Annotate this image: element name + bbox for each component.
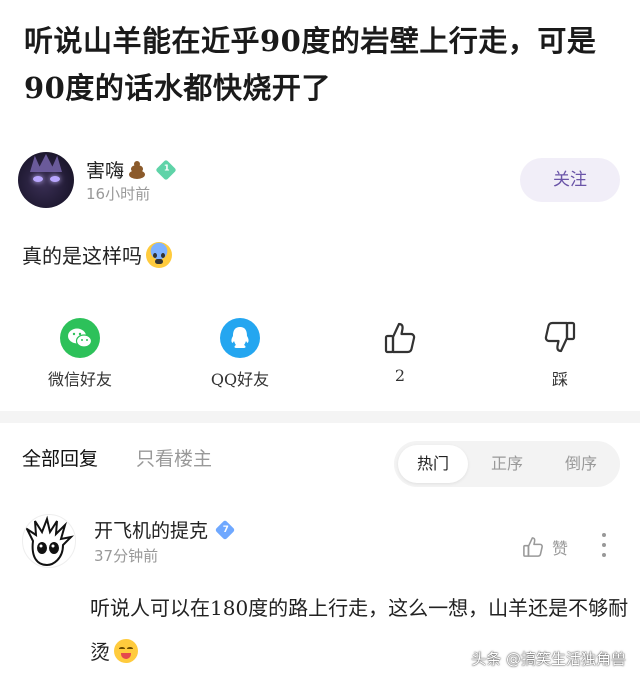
sort-ascending[interactable]: 正序 xyxy=(472,445,542,483)
comment-time: 37分钟前 xyxy=(94,547,159,565)
poop-emoji-icon xyxy=(126,160,148,180)
qq-icon xyxy=(220,318,260,358)
like-count: 2 xyxy=(394,366,406,385)
follow-button[interactable]: 关注 xyxy=(520,158,620,202)
level-badge-icon: 1 xyxy=(155,158,177,181)
fearful-face-emoji-icon xyxy=(146,241,172,268)
author-level: 1 xyxy=(163,162,170,173)
avatar-eye xyxy=(50,176,60,182)
post-body-text: 真的是这样吗 xyxy=(22,244,142,268)
author-avatar[interactable] xyxy=(18,152,74,208)
section-divider xyxy=(0,411,640,423)
share-qq-label: QQ好友 xyxy=(210,370,270,389)
tab-owner-only[interactable]: 只看楼主 xyxy=(136,444,212,471)
avatar-eye xyxy=(33,176,43,182)
comment-like-label: 赞 xyxy=(552,539,569,558)
like-button[interactable]: 2 xyxy=(340,318,460,385)
post-author: 害嗨 1 16小时前 关注 xyxy=(18,152,622,212)
share-bar: 微信好友 QQ好友 2 踩 xyxy=(0,318,640,398)
commenter-name[interactable]: 开飞机的提克 xyxy=(94,516,208,543)
post-body: 真的是这样吗 xyxy=(22,240,172,269)
author-name[interactable]: 害嗨 xyxy=(86,156,124,183)
thumbs-up-icon xyxy=(380,318,420,358)
sort-switch: 热门 正序 倒序 xyxy=(394,441,620,487)
sort-hot[interactable]: 热门 xyxy=(398,445,468,483)
commenter-name-row: 开飞机的提克 7 xyxy=(94,516,236,543)
share-wechat-label: 微信好友 xyxy=(47,370,112,389)
level-badge-icon: 7 xyxy=(214,519,236,540)
yum-face-emoji-icon xyxy=(114,639,138,663)
thumbs-up-icon xyxy=(523,537,543,557)
commenter-level: 7 xyxy=(222,523,229,534)
comment-like-button[interactable]: 赞 xyxy=(520,534,568,560)
thumbs-down-icon xyxy=(540,318,580,358)
reply-tabs: 全部回复 只看楼主 xyxy=(22,444,212,471)
watermark: 头条 @搞笑生活独角兽 xyxy=(471,650,626,668)
more-options-icon[interactable] xyxy=(600,532,608,558)
sort-descending[interactable]: 倒序 xyxy=(546,445,616,483)
author-name-row: 害嗨 1 xyxy=(86,156,177,183)
dislike-button[interactable]: 踩 xyxy=(500,318,620,390)
share-qq-button[interactable]: QQ好友 xyxy=(180,318,300,390)
post-title: 听说山羊能在近乎90度的岩壁上行走，可是90度的话水都快烧开了 xyxy=(24,24,597,105)
avatar-hair xyxy=(30,154,62,172)
dislike-label: 踩 xyxy=(551,370,568,389)
tab-all-replies[interactable]: 全部回复 xyxy=(22,444,98,471)
commenter-avatar[interactable] xyxy=(22,514,76,568)
share-wechat-button[interactable]: 微信好友 xyxy=(20,318,140,390)
wechat-icon xyxy=(60,318,100,358)
post-time: 16小时前 xyxy=(86,185,151,203)
